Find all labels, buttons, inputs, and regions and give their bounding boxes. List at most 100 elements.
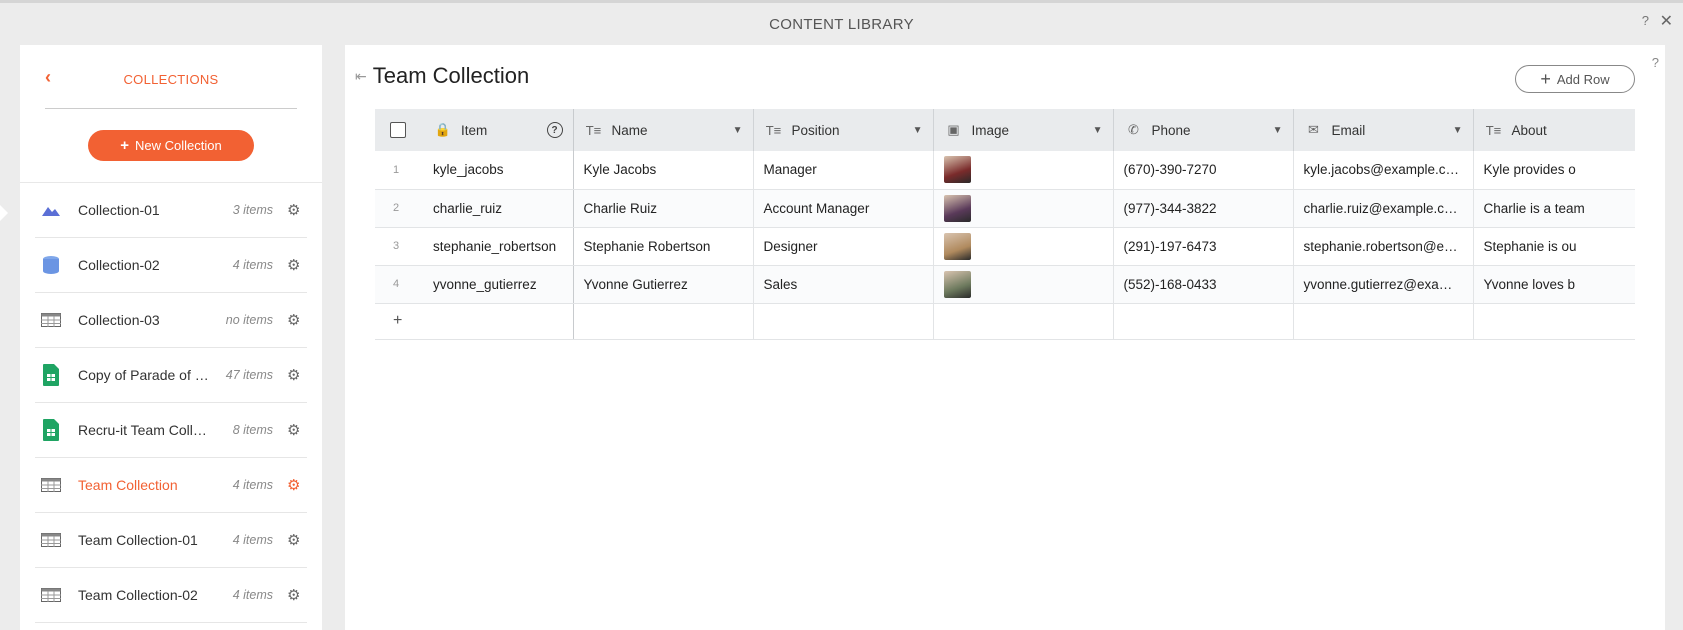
cell-position[interactable]: Manager: [753, 151, 934, 190]
cell-email[interactable]: yvonne.gutierrez@exampl…: [1293, 265, 1474, 304]
collections-sidebar: ‹ COLLECTIONS + New Collection Collectio…: [20, 45, 322, 630]
collection-item[interactable]: Collection-03 no items ⚙: [35, 293, 307, 348]
cell-email[interactable]: charlie.ruiz@example.com: [1293, 189, 1474, 228]
cell-name[interactable]: Yvonne Gutierrez: [573, 265, 754, 304]
collection-count: 4 items: [232, 588, 273, 602]
column-label: Item: [461, 122, 488, 138]
cell-item[interactable]: charlie_ruiz: [423, 189, 574, 228]
collection-name: Team Collection-02: [78, 587, 198, 603]
empty-cell: [1113, 303, 1294, 340]
cell-position[interactable]: Designer: [753, 227, 934, 266]
cell-email[interactable]: stephanie.robertson@exa…: [1293, 227, 1474, 266]
panel-help-icon[interactable]: ?: [1652, 55, 1659, 70]
cell-position[interactable]: Account Manager: [753, 189, 934, 228]
column-header-item[interactable]: 🔒 Item?: [423, 109, 574, 151]
table-row[interactable]: 4 yvonne_gutierrez Yvonne Gutierrez Sales (5…: [375, 265, 1635, 304]
gear-icon[interactable]: ⚙: [287, 256, 300, 274]
avatar[interactable]: [943, 194, 971, 222]
plus-icon: +: [1540, 68, 1551, 89]
caret-down-icon[interactable]: ▼: [733, 125, 743, 136]
caret-down-icon[interactable]: ▼: [1273, 125, 1283, 136]
cell-name[interactable]: Charlie Ruiz: [573, 189, 754, 228]
row-number: 2: [375, 189, 423, 228]
avatar[interactable]: [943, 270, 971, 298]
gear-icon[interactable]: ⚙: [287, 586, 300, 604]
gear-icon[interactable]: ⚙: [287, 311, 300, 329]
cell-image[interactable]: [933, 265, 1114, 304]
select-all-cell: [375, 109, 423, 151]
column-header-name[interactable]: T≡ Name ▼: [573, 109, 754, 151]
collection-count: 3 items: [232, 203, 273, 217]
caret-down-icon[interactable]: ▼: [913, 125, 923, 136]
collection-item[interactable]: Team Collection-01 4 items ⚙: [35, 513, 307, 568]
gear-icon[interactable]: ⚙: [287, 421, 300, 439]
collection-count: 8 items: [232, 423, 273, 437]
cell-image[interactable]: [933, 189, 1114, 228]
cell-email[interactable]: kyle.jacobs@example.com: [1293, 151, 1474, 190]
collection-name: Recru-it Team Coll…: [78, 422, 207, 438]
cell-about[interactable]: Kyle provides o: [1473, 151, 1635, 190]
empty-cell: [573, 303, 754, 340]
cell-item[interactable]: kyle_jacobs: [423, 151, 574, 190]
help-circle-icon[interactable]: ?: [546, 122, 563, 138]
gear-icon[interactable]: ⚙: [287, 201, 300, 219]
cell-about[interactable]: Stephanie is ou: [1473, 227, 1635, 266]
collection-item[interactable]: Collection-02 4 items ⚙: [35, 238, 307, 293]
cell-name[interactable]: Kyle Jacobs: [573, 151, 754, 190]
collection-name: Copy of Parade of …: [78, 367, 209, 383]
collection-item[interactable]: Team Collection-02 4 items ⚙: [35, 568, 307, 623]
collection-name: Team Collection: [78, 477, 178, 493]
cell-name[interactable]: Stephanie Robertson: [573, 227, 754, 266]
collection-item[interactable]: Collection-01 3 items ⚙: [35, 183, 307, 238]
cell-phone[interactable]: (670)-390-7270: [1113, 151, 1294, 190]
cell-phone[interactable]: (977)-344-3822: [1113, 189, 1294, 228]
table-header-row: 🔒 Item? T≡ Name ▼ T≡ Position ▼ ▣ Image ▼ ✆ Phone ▼ ✉ E…: [375, 109, 1635, 151]
cell-image[interactable]: [933, 227, 1114, 266]
cell-position[interactable]: Sales: [753, 265, 934, 304]
select-all-checkbox[interactable]: [390, 122, 406, 138]
column-header-about[interactable]: T≡ About: [1473, 109, 1635, 151]
collection-count: 4 items: [232, 478, 273, 492]
gear-icon[interactable]: ⚙: [287, 366, 300, 384]
column-header-image[interactable]: ▣ Image ▼: [933, 109, 1114, 151]
collection-name: Collection-03: [78, 312, 160, 328]
data-table: 🔒 Item? T≡ Name ▼ T≡ Position ▼ ▣ Image ▼ ✆ Phone ▼ ✉ E…: [375, 109, 1635, 340]
cell-phone[interactable]: (552)-168-0433: [1113, 265, 1294, 304]
table-row[interactable]: 2 charlie_ruiz Charlie Ruiz Account Manager…: [375, 189, 1635, 228]
sidebar-title: COLLECTIONS: [123, 72, 219, 87]
collection-name: Collection-01: [78, 202, 160, 218]
cell-item[interactable]: yvonne_gutierrez: [423, 265, 574, 304]
collection-item[interactable]: Team Collection 4 items ⚙: [35, 458, 307, 513]
cell-item[interactable]: stephanie_robertson: [423, 227, 574, 266]
collection-item[interactable]: Copy of Parade of … 47 items ⚙: [35, 348, 307, 403]
help-icon[interactable]: ?: [1642, 13, 1649, 28]
text-icon: T≡: [765, 122, 782, 138]
column-header-email[interactable]: ✉ Email ▼: [1293, 109, 1474, 151]
column-label: Position: [791, 122, 840, 138]
cell-phone[interactable]: (291)-197-6473: [1113, 227, 1294, 266]
table-row[interactable]: 3 stephanie_robertson Stephanie Robertson D…: [375, 227, 1635, 266]
new-collection-button[interactable]: + New Collection: [88, 130, 254, 161]
main-panel: ? ⇤ Team Collection + Add Row 🔒 Item? T≡ Na…: [345, 45, 1665, 630]
collapse-sidebar-icon[interactable]: ⇤: [355, 68, 367, 85]
table-row[interactable]: 1 kyle_jacobs Kyle Jacobs Manager (670)-390-…: [375, 151, 1635, 190]
sheets-icon: [40, 419, 62, 441]
close-icon[interactable]: ✕: [1660, 11, 1673, 31]
caret-down-icon[interactable]: ▼: [1453, 125, 1463, 136]
collection-item[interactable]: Recru-it Team Coll… 8 items ⚙: [35, 403, 307, 458]
collection-count: 4 items: [232, 258, 273, 272]
add-row-button[interactable]: + Add Row: [1515, 65, 1635, 93]
column-header-phone[interactable]: ✆ Phone ▼: [1113, 109, 1294, 151]
column-header-position[interactable]: T≡ Position ▼: [753, 109, 934, 151]
cell-about[interactable]: Yvonne loves b: [1473, 265, 1635, 304]
gear-icon[interactable]: ⚙: [287, 531, 300, 549]
add-row-plus-icon[interactable]: +: [375, 303, 423, 340]
caret-down-icon[interactable]: ▼: [1093, 125, 1103, 136]
avatar[interactable]: [943, 232, 971, 260]
table-icon: [40, 474, 62, 496]
avatar[interactable]: [943, 156, 971, 184]
column-label: Phone: [1151, 122, 1191, 138]
cell-image[interactable]: [933, 151, 1114, 190]
cell-about[interactable]: Charlie is a team: [1473, 189, 1635, 228]
gear-icon[interactable]: ⚙: [287, 476, 300, 494]
